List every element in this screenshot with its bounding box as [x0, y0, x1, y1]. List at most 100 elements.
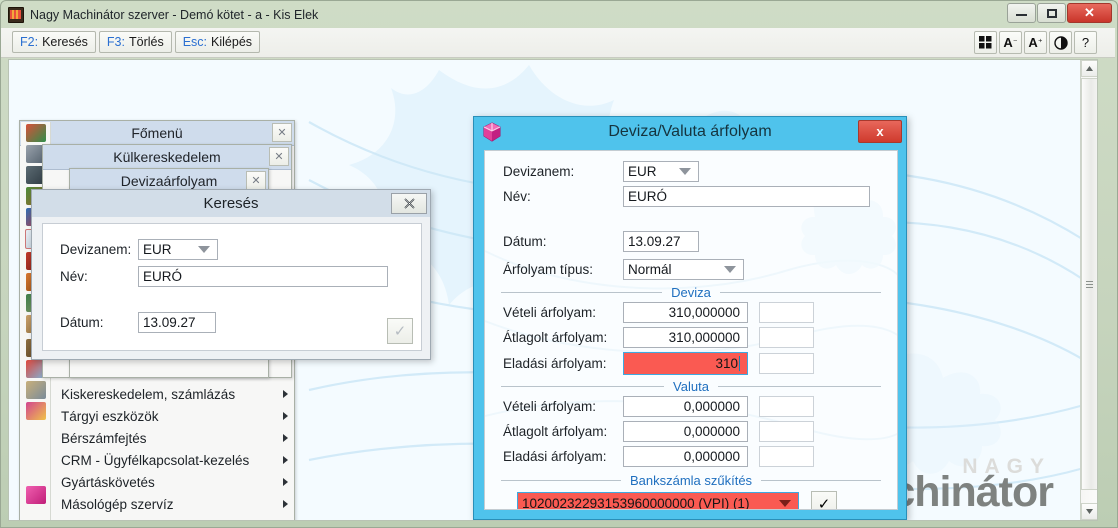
deviza-section-title: Deviza	[671, 285, 711, 300]
font-increase-icon[interactable]: A ⁺	[1024, 31, 1047, 54]
exchange-rate-dialog: Deviza/Valuta árfolyam x Devizanem: EUR …	[473, 116, 907, 520]
exchange-rate-menu-title: Devizaárfolyam	[120, 173, 218, 189]
menu-item-label: Bérszámfejtés	[61, 430, 147, 446]
menu-item-masologep-szerviz[interactable]: Másológép szervíz	[51, 493, 295, 515]
search-name-input[interactable]: EURÓ	[138, 266, 388, 287]
fkey-search-key: F2:	[20, 35, 39, 49]
deviza-avg-extra-input[interactable]	[759, 327, 814, 348]
rate-currency-combo[interactable]: EUR	[623, 161, 699, 182]
scroll-down-button[interactable]	[1081, 503, 1097, 520]
main-menu-close-icon[interactable]: ✕	[272, 123, 292, 142]
exchange-rate-dialog-close-button[interactable]: x	[858, 120, 902, 143]
search-date-input[interactable]: 13.09.27	[138, 312, 216, 333]
rate-type-combo[interactable]: Normál	[623, 259, 744, 280]
application-window: Nagy Machinátor szerver - Demó kötet - a…	[0, 0, 1118, 528]
chevron-right-icon	[283, 434, 288, 442]
search-currency-combo[interactable]: EUR	[138, 239, 218, 260]
menu-item-varosuzemeltetes[interactable]: Városüzemeltetés	[51, 515, 295, 521]
chevron-right-icon	[283, 478, 288, 486]
valuta-avg-extra-input[interactable]	[759, 421, 814, 442]
menu-item-berszamfejtes[interactable]: Bérszámfejtés	[51, 427, 295, 449]
window-controls: ✕	[1007, 3, 1112, 23]
foreign-trade-menu-title: Külkereskedelem	[113, 149, 221, 165]
maximize-button[interactable]	[1037, 3, 1066, 23]
chevron-right-icon	[283, 456, 288, 464]
rate-name-input[interactable]: EURÓ	[623, 186, 870, 207]
bank-account-value: 10200232293153960000000 (VPI) (1)	[522, 496, 750, 510]
menu-item-label: CRM - Ügyfélkapcsolat-kezelés	[61, 452, 250, 468]
valuta-buy-input[interactable]: 0,000000	[623, 396, 748, 417]
deviza-buy-label: Vételi árfolyam:	[503, 305, 597, 320]
bank-account-combo[interactable]: 10200232293153960000000 (VPI) (1)	[517, 492, 799, 510]
fkey-search-button[interactable]: F2: Keresés	[12, 31, 96, 53]
toolbar: F2: Keresés F3: Törlés Esc: Kilépés A ⁻ A…	[1, 28, 1115, 58]
valuta-avg-input[interactable]: 0,000000	[623, 421, 748, 442]
search-dialog-titlebar: Keresés	[32, 190, 430, 217]
separator-line-left	[501, 480, 621, 481]
fkey-exit-key: Esc:	[182, 35, 208, 49]
chevron-right-icon	[283, 500, 288, 508]
main-menu-caption: Főmenü ✕	[20, 121, 294, 146]
contrast-icon[interactable]	[1049, 31, 1072, 54]
deviza-buy-extra-input[interactable]	[759, 302, 814, 323]
deviza-buy-input[interactable]: 310,000000	[623, 302, 748, 323]
separator-line-left	[501, 292, 663, 293]
valuta-sell-extra-input[interactable]	[759, 446, 814, 467]
search-dialog: Keresés Devizanem: EUR Név: EURÓ Dátum: …	[31, 189, 431, 360]
rate-type-label: Árfolyam típus:	[503, 262, 594, 277]
deviza-avg-label: Átlagolt árfolyam:	[503, 330, 608, 345]
scrollbar-thumb[interactable]	[1081, 78, 1097, 490]
valuta-sell-input[interactable]: 0,000000	[623, 446, 748, 467]
chevron-right-icon	[283, 390, 288, 398]
rate-confirm-button[interactable]: ✓	[811, 491, 837, 509]
exchange-rate-menu-close-icon[interactable]: ✕	[246, 171, 266, 190]
font-decrease-icon[interactable]: A ⁻	[999, 31, 1022, 54]
fkey-search-label: Keresés	[42, 35, 88, 49]
toolbar-buttons: A ⁻ A ⁺ ?	[974, 31, 1097, 54]
minimize-button[interactable]	[1007, 3, 1036, 23]
deviza-sell-extra-input[interactable]	[759, 353, 814, 374]
strip-icon-19	[26, 507, 46, 520]
separator-line-right	[719, 292, 881, 293]
deviza-avg-input[interactable]: 310,000000	[623, 327, 748, 348]
window-titlebar: Nagy Machinátor szerver - Demó kötet - a…	[1, 1, 1115, 28]
deviza-sell-input[interactable]: 310	[623, 352, 748, 375]
fkey-delete-key: F3:	[106, 35, 125, 49]
help-icon[interactable]: ?	[1074, 31, 1097, 54]
scroll-up-button[interactable]	[1081, 60, 1097, 77]
rate-name-label: Név:	[503, 189, 531, 204]
menu-item-kiskereskedelem[interactable]: Kiskereskedelem, számlázás	[51, 383, 295, 405]
search-confirm-button[interactable]: ✓	[387, 318, 413, 344]
valuta-avg-label: Átlagolt árfolyam:	[503, 424, 608, 439]
foreign-trade-menu-close-icon[interactable]: ✕	[269, 147, 289, 166]
separator-line-right	[717, 386, 881, 387]
search-dialog-title: Keresés	[203, 195, 259, 212]
deviza-buy-value: 310,000000	[668, 305, 740, 320]
separator-line-left	[501, 386, 665, 387]
grid-view-icon[interactable]	[974, 31, 997, 54]
close-button[interactable]: ✕	[1067, 3, 1112, 23]
menu-item-targyi-eszkozok[interactable]: Tárgyi eszközök	[51, 405, 295, 427]
menu-item-gyartaskovetes[interactable]: Gyártáskövetés	[51, 471, 295, 493]
vertical-scrollbar[interactable]	[1080, 60, 1097, 520]
strip-icon-1	[25, 124, 46, 142]
exchange-rate-dialog-titlebar: Deviza/Valuta árfolyam x	[474, 117, 906, 147]
exchange-rate-dialog-body: Devizanem: EUR Név: EURÓ Dátum: 13.09.27	[484, 150, 898, 510]
deviza-avg-value: 310,000000	[668, 330, 740, 345]
rate-date-input[interactable]: 13.09.27	[623, 231, 699, 252]
valuta-buy-label: Vételi árfolyam:	[503, 399, 597, 414]
chevron-down-icon	[724, 266, 736, 273]
search-currency-value: EUR	[143, 242, 172, 257]
strip-icon-13	[25, 381, 46, 399]
valuta-buy-extra-input[interactable]	[759, 396, 814, 417]
fkey-delete-button[interactable]: F3: Törlés	[98, 31, 172, 53]
search-dialog-body: Devizanem: EUR Név: EURÓ Dátum: 13.09.27	[42, 223, 422, 351]
deviza-section-header: Deviza	[501, 285, 881, 300]
search-dialog-close-icon[interactable]	[391, 193, 427, 214]
fkey-exit-button[interactable]: Esc: Kilépés	[174, 31, 261, 53]
app-icon	[8, 6, 24, 23]
text-caret	[739, 356, 740, 371]
fkey-delete-label: Törlés	[128, 35, 164, 49]
menu-item-crm[interactable]: CRM - Ügyfélkapcsolat-kezelés	[51, 449, 295, 471]
scrollbar-grip	[1086, 280, 1093, 288]
